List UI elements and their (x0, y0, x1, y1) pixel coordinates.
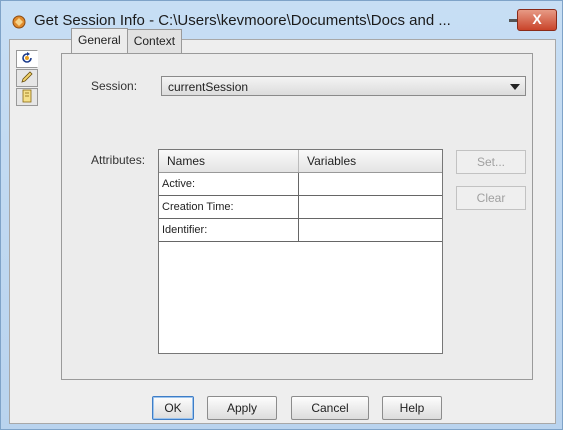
column-header-names[interactable]: Names (159, 150, 299, 172)
clear-button[interactable]: Clear (456, 186, 526, 210)
cancel-button[interactable]: Cancel (291, 396, 369, 420)
side-tab-bar (16, 50, 42, 107)
minimize-button[interactable] (509, 19, 517, 22)
cell-variable[interactable] (299, 173, 442, 195)
document-icon (20, 89, 34, 106)
app-icon (11, 14, 27, 30)
ok-button[interactable]: OK (152, 396, 194, 420)
session-label: Session: (91, 79, 138, 93)
close-button[interactable]: X (517, 9, 557, 31)
session-dropdown[interactable]: currentSession (161, 76, 526, 96)
column-header-variables[interactable]: Variables (299, 150, 442, 172)
table-row[interactable]: Creation Time: (159, 196, 442, 219)
attributes-label: Attributes: (91, 153, 146, 167)
table-header: Names Variables (159, 150, 442, 173)
table-row[interactable]: Identifier: (159, 219, 442, 242)
table-row[interactable]: Active: (159, 173, 442, 196)
cell-name: Identifier: (159, 219, 299, 241)
cell-name: Creation Time: (159, 196, 299, 218)
tab-general[interactable]: General (71, 28, 128, 54)
session-value: currentSession (168, 80, 249, 94)
cell-name: Active: (159, 173, 299, 195)
cell-variable[interactable] (299, 196, 442, 218)
window-title: Get Session Info - C:\Users\kevmoore\Doc… (34, 12, 451, 29)
tab-context[interactable]: Context (126, 29, 183, 53)
side-tab-refresh[interactable] (16, 50, 38, 68)
cell-variable[interactable] (299, 219, 442, 241)
help-button[interactable]: Help (382, 396, 442, 420)
chevron-down-icon[interactable] (510, 84, 520, 90)
side-tab-document[interactable] (16, 88, 38, 106)
set-button[interactable]: Set... (456, 150, 526, 174)
attributes-table: Names Variables Active: Creation Time: I… (158, 149, 443, 354)
pencil-icon (20, 70, 34, 87)
refresh-icon (20, 51, 34, 68)
side-tab-edit[interactable] (16, 69, 38, 87)
apply-button[interactable]: Apply (207, 396, 277, 420)
tab-strip: General Context (71, 28, 183, 54)
dialog-window: Get Session Info - C:\Users\kevmoore\Doc… (0, 0, 563, 430)
